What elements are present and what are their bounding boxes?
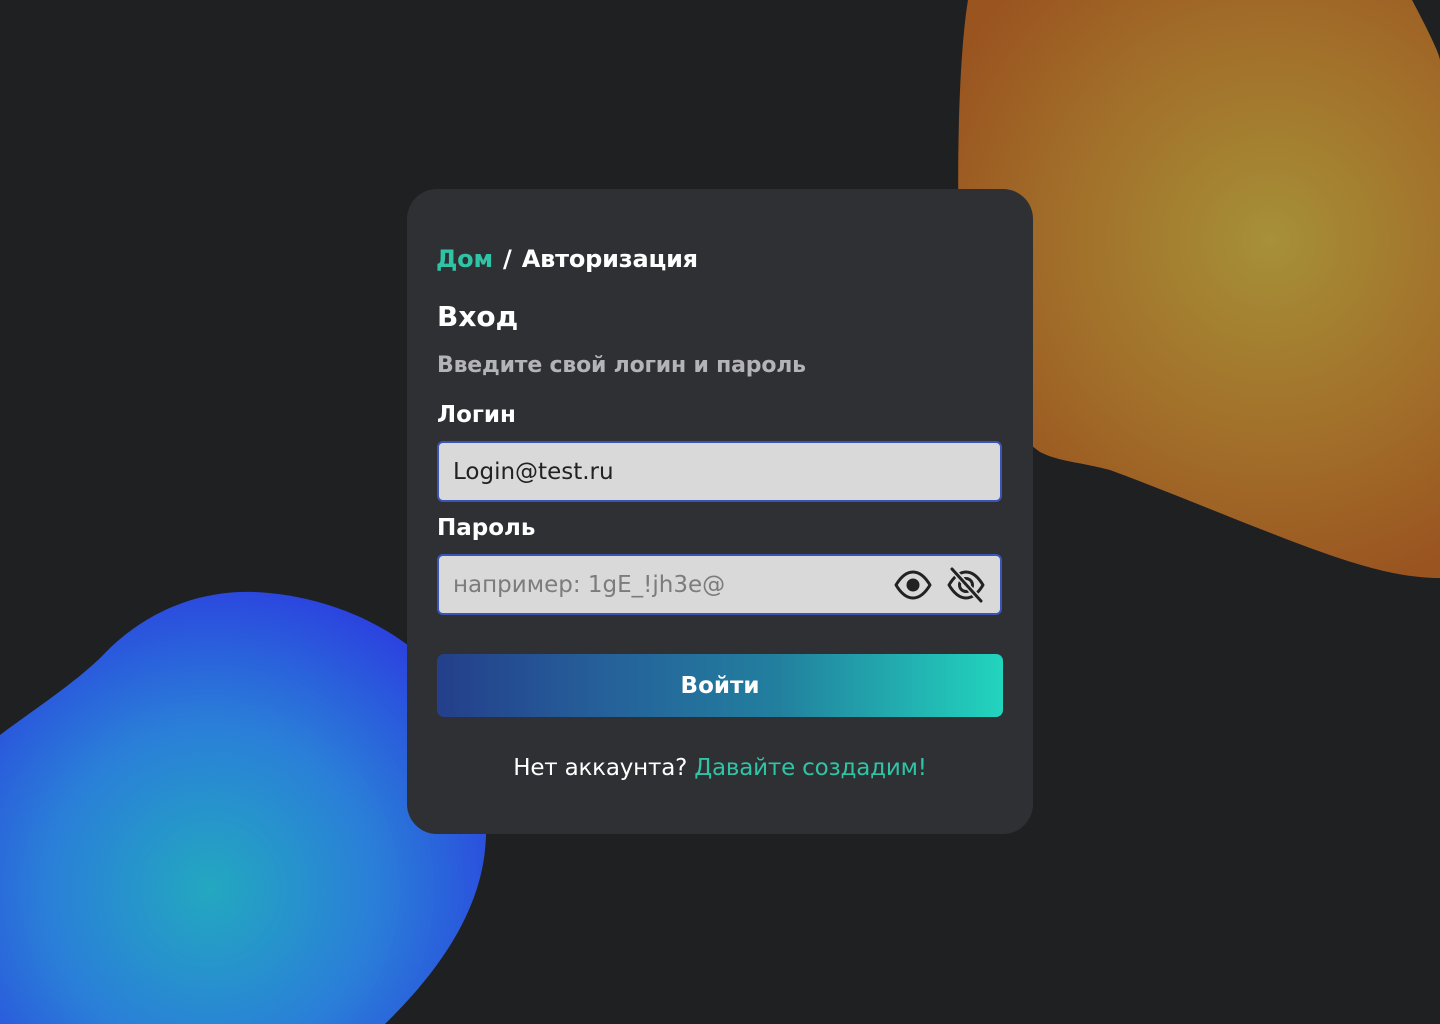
breadcrumb: Дом / Авторизация xyxy=(436,245,698,273)
page-subtitle: Введите свой логин и пароль xyxy=(437,353,806,378)
signup-prompt: Нет аккаунта? Давайте создадим! xyxy=(407,755,1033,781)
breadcrumb-current: Авторизация xyxy=(521,245,698,273)
login-submit-button[interactable]: Войти xyxy=(437,654,1003,717)
password-field-container xyxy=(437,554,1002,615)
login-card: Дом / Авторизация Вход Введите свой логи… xyxy=(407,189,1033,834)
password-label: Пароль xyxy=(437,515,536,541)
page-title: Вход xyxy=(437,300,519,333)
login-input[interactable] xyxy=(453,443,883,500)
password-input[interactable] xyxy=(453,556,883,613)
login-label: Логин xyxy=(437,402,516,428)
eye-off-icon[interactable] xyxy=(946,566,986,604)
breadcrumb-home-link[interactable]: Дом xyxy=(436,245,493,273)
breadcrumb-separator: / xyxy=(503,245,512,273)
login-field-container xyxy=(437,441,1002,502)
signup-prompt-text: Нет аккаунта? xyxy=(513,755,688,781)
eye-icon[interactable] xyxy=(893,566,933,604)
page-root: Дом / Авторизация Вход Введите свой логи… xyxy=(0,0,1440,1024)
signup-link[interactable]: Давайте создадим! xyxy=(694,755,927,781)
